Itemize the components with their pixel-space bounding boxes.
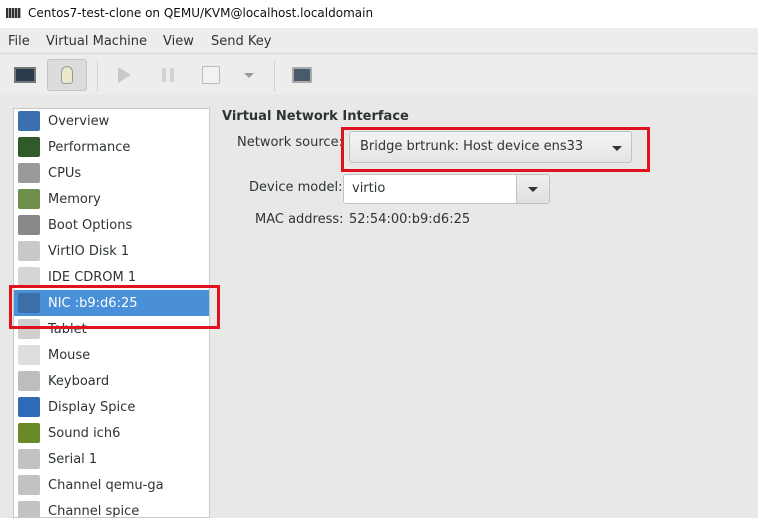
sidebar-item-memory[interactable]: Memory [14, 186, 209, 212]
display-icon [18, 397, 40, 417]
sidebar-item-label: Display Spice [48, 400, 135, 415]
sidebar-item-label: Serial 1 [48, 452, 97, 467]
sidebar-item-channel-spice[interactable]: Channel spice [14, 498, 209, 518]
sidebar-item-mouse[interactable]: Mouse [14, 342, 209, 368]
toolbar-separator [274, 61, 275, 91]
fullscreen-button[interactable] [282, 59, 322, 91]
power-icon [202, 66, 220, 84]
chevron-down-icon [528, 187, 538, 192]
sidebar-item-label: Overview [48, 114, 109, 129]
cdrom-icon [18, 267, 40, 287]
device-model-input[interactable]: virtio [343, 174, 517, 204]
console-icon [14, 67, 36, 83]
sidebar-item-sound-ich6[interactable]: Sound ich6 [14, 420, 209, 446]
menu-send-key[interactable]: Send Key [211, 34, 271, 49]
play-icon [118, 67, 131, 83]
keyboard-icon [18, 371, 40, 391]
menu-virtual-machine[interactable]: Virtual Machine [46, 34, 147, 49]
sidebar-item-label: Boot Options [48, 218, 132, 233]
chevron-down-icon [244, 73, 254, 78]
sidebar-item-label: IDE CDROM 1 [48, 270, 136, 285]
run-button[interactable] [104, 59, 144, 91]
sidebar-item-label: Performance [48, 140, 130, 155]
device-model-value: virtio [352, 181, 385, 196]
device-model-label: Device model: [249, 180, 342, 195]
highlight-box-network-source [341, 127, 650, 172]
mouse-icon [18, 345, 40, 365]
toolbar [0, 55, 758, 95]
section-heading: Virtual Network Interface [222, 109, 409, 124]
performance-graph-icon [18, 137, 40, 157]
highlight-box-nic [9, 285, 220, 329]
sidebar-item-label: VirtIO Disk 1 [48, 244, 129, 259]
fullscreen-icon [292, 67, 312, 83]
channel-icon [18, 475, 40, 495]
shutdown-menu-button[interactable] [229, 59, 269, 91]
sidebar-item-overview[interactable]: Overview [14, 108, 209, 134]
cpu-chip-icon [18, 163, 40, 183]
window-title: Centos7-test-clone on QEMU/KVM@localhost… [28, 6, 373, 20]
sidebar-item-performance[interactable]: Performance [14, 134, 209, 160]
sound-card-icon [18, 423, 40, 443]
sidebar-item-label: Channel qemu-ga [48, 478, 164, 493]
sidebar-item-serial-1[interactable]: Serial 1 [14, 446, 209, 472]
memory-icon [18, 189, 40, 209]
shutdown-button[interactable] [191, 59, 231, 91]
title-bar: Centos7-test-clone on QEMU/KVM@localhost… [0, 0, 758, 28]
pause-icon [162, 68, 174, 82]
network-source-label: Network source: [237, 135, 343, 150]
sidebar-item-virtio-disk-1[interactable]: VirtIO Disk 1 [14, 238, 209, 264]
menu-view[interactable]: View [163, 34, 194, 49]
sidebar-item-channel-qemu-ga[interactable]: Channel qemu-ga [14, 472, 209, 498]
toolbar-separator [97, 61, 98, 91]
sidebar-item-cpus[interactable]: CPUs [14, 160, 209, 186]
sidebar-item-label: CPUs [48, 166, 81, 181]
menu-bar: File Virtual Machine View Send Key [0, 28, 758, 54]
sidebar-item-keyboard[interactable]: Keyboard [14, 368, 209, 394]
details-button[interactable] [47, 59, 87, 91]
sidebar-item-label: Memory [48, 192, 101, 207]
app-icon [6, 8, 21, 18]
sidebar-item-display-spice[interactable]: Display Spice [14, 394, 209, 420]
sidebar-item-label: Keyboard [48, 374, 109, 389]
device-model-dropdown-button[interactable] [516, 174, 550, 204]
sidebar-item-label: Sound ich6 [48, 426, 120, 441]
menu-file[interactable]: File [8, 34, 30, 49]
serial-icon [18, 449, 40, 469]
lightbulb-icon [61, 66, 73, 84]
sidebar-item-label: Mouse [48, 348, 90, 363]
pause-button[interactable] [148, 59, 188, 91]
console-button[interactable] [5, 59, 45, 91]
hard-disk-icon [18, 241, 40, 261]
gears-icon [18, 215, 40, 235]
sidebar-item-boot-options[interactable]: Boot Options [14, 212, 209, 238]
monitor-icon [18, 111, 40, 131]
mac-address-value: 52:54:00:b9:d6:25 [349, 212, 470, 227]
sidebar-item-label: Channel spice [48, 504, 139, 518]
mac-address-label: MAC address: [255, 212, 344, 227]
